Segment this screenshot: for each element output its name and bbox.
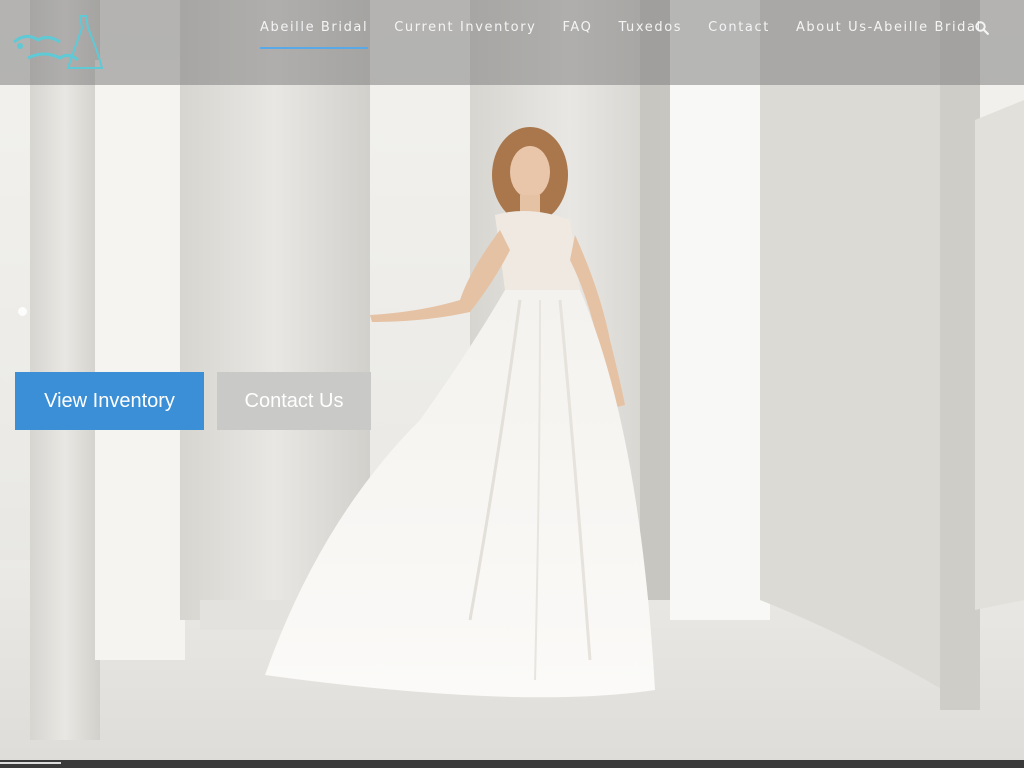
slider-progress-bar [0, 760, 1024, 768]
nav-item-tuxedos[interactable]: Tuxedos [618, 14, 682, 41]
nav-item-contact[interactable]: Contact [708, 14, 770, 41]
nav-item-faq[interactable]: FAQ [562, 14, 592, 41]
top-navigation-bar: Abeille Bridal Current Inventory FAQ Tux… [0, 0, 1024, 85]
contact-us-button[interactable]: Contact Us [217, 372, 371, 430]
main-menu: Abeille Bridal Current Inventory FAQ Tux… [260, 0, 1008, 55]
nav-item-about-us[interactable]: About Us-Abeille Bridal [796, 14, 982, 41]
slider-progress-fill [0, 762, 62, 764]
slider-dot-indicator[interactable] [18, 307, 27, 316]
nav-item-abeille-bridal[interactable]: Abeille Bridal [260, 14, 369, 49]
bridal-gown-logo-icon[interactable] [8, 12, 104, 72]
view-inventory-button[interactable]: View Inventory [15, 372, 204, 430]
nav-item-current-inventory[interactable]: Current Inventory [394, 14, 536, 41]
search-icon[interactable] [975, 20, 989, 35]
